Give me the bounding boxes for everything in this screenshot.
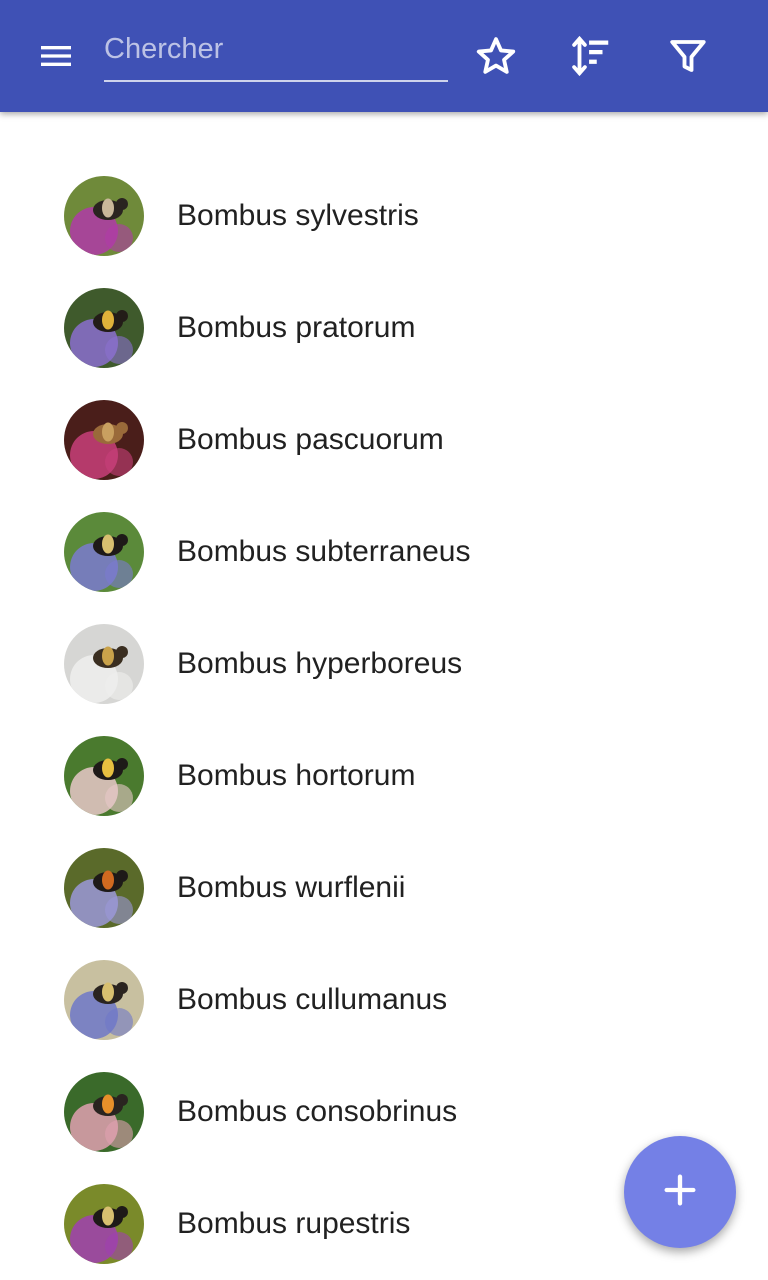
search-field	[104, 24, 448, 82]
menu-icon	[36, 36, 76, 76]
species-thumbnail	[64, 848, 144, 928]
star-outline-icon	[473, 33, 519, 79]
list-item[interactable]: Bombus pratorum	[0, 272, 768, 384]
app-root: Bombus sylvestris Bombus pratorum Bombus p…	[0, 0, 768, 1280]
species-thumbnail	[64, 736, 144, 816]
list-item[interactable]: Bombus cullumanus	[0, 944, 768, 1056]
species-name: Bombus sylvestris	[177, 199, 419, 232]
species-name: Bombus wurflenii	[177, 871, 406, 904]
search-input[interactable]	[104, 24, 448, 74]
sort-icon	[568, 33, 614, 79]
list-item[interactable]: Bombus pascuorum	[0, 384, 768, 496]
species-name: Bombus hortorum	[177, 759, 416, 792]
list-item[interactable]: Bombus sylvestris	[0, 160, 768, 272]
species-thumbnail	[64, 288, 144, 368]
species-name: Bombus pratorum	[177, 311, 416, 344]
species-thumbnail	[64, 400, 144, 480]
app-toolbar	[0, 0, 768, 112]
list-item[interactable]: Bombus hyperboreus	[0, 608, 768, 720]
list-item[interactable]: Bombus wurflenii	[0, 832, 768, 944]
filter-button[interactable]	[660, 28, 716, 84]
species-name: Bombus subterraneus	[177, 535, 471, 568]
list-item[interactable]: Bombus subterraneus	[0, 496, 768, 608]
species-name: Bombus consobrinus	[177, 1095, 458, 1128]
species-thumbnail	[64, 624, 144, 704]
favorites-button[interactable]	[468, 28, 524, 84]
plus-icon	[660, 1170, 700, 1215]
species-name: Bombus hyperboreus	[177, 647, 463, 680]
list-item[interactable]: Bombus hortorum	[0, 720, 768, 832]
sort-button[interactable]	[563, 28, 619, 84]
species-list: Bombus sylvestris Bombus pratorum Bombus p…	[0, 160, 768, 1280]
species-thumbnail	[64, 176, 144, 256]
add-button[interactable]	[624, 1136, 736, 1248]
species-thumbnail	[64, 1184, 144, 1264]
species-name: Bombus pascuorum	[177, 423, 444, 456]
species-thumbnail	[64, 960, 144, 1040]
filter-icon	[667, 35, 709, 77]
species-name: Bombus cullumanus	[177, 983, 448, 1016]
species-thumbnail	[64, 512, 144, 592]
menu-button[interactable]	[28, 28, 84, 84]
species-thumbnail	[64, 1072, 144, 1152]
species-name: Bombus rupestris	[177, 1207, 411, 1240]
